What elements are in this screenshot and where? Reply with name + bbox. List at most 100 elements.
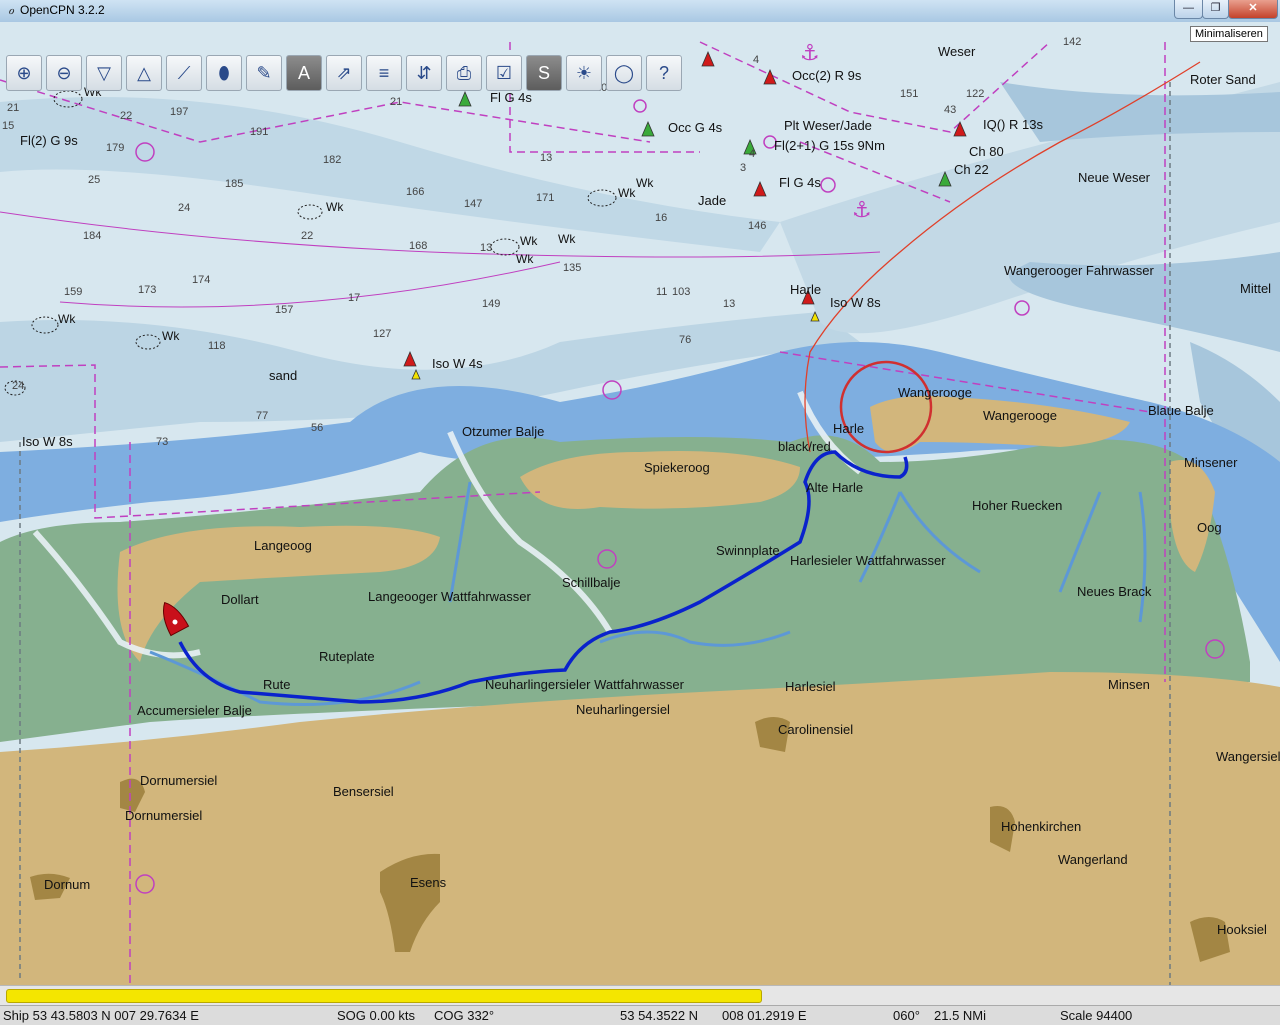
close-button[interactable]: ✕ <box>1228 0 1278 19</box>
chart-label: sand <box>269 368 298 383</box>
light-label: Fl G 4s <box>779 175 821 190</box>
chart-label: Schillbalje <box>562 575 621 590</box>
light-label: Iso W 8s <box>22 434 73 449</box>
chart-label: Neues Brack <box>1077 584 1152 599</box>
chart-label: Jade <box>698 193 727 208</box>
chart-label: Wangersiel <box>1216 749 1280 764</box>
light-label: Fl(2+1) G 15s 9Nm <box>774 138 885 153</box>
chart-label: Wangerooge <box>898 385 972 400</box>
scale-in-button[interactable]: ▽ <box>86 55 122 91</box>
depth-sounding: 135 <box>563 262 582 274</box>
tide-icon: ≡ <box>378 62 390 83</box>
course-over-ground: COG 332° <box>434 1008 495 1023</box>
depth-sounding: 171 <box>536 192 555 204</box>
help-icon: ? <box>658 62 669 83</box>
depth-sounding: 127 <box>373 328 392 340</box>
wreck-label: Wk <box>558 232 576 246</box>
color-scheme-button[interactable]: ☀ <box>566 55 602 91</box>
wreck-label: Wk <box>162 329 180 343</box>
chart-label: Alte Harle <box>806 480 864 495</box>
depth-sounding: 22 <box>120 110 133 122</box>
route-manager-button[interactable]: ☑ <box>486 55 522 91</box>
chart-label: Dollart <box>221 592 259 607</box>
help-button[interactable]: ? <box>646 55 682 91</box>
scale-out-icon: △ <box>137 62 151 83</box>
current-button[interactable]: ⇵ <box>406 55 442 91</box>
chart-label: Wangerooger Fahrwasser <box>1004 263 1154 278</box>
zoom-in-icon: ⊕ <box>16 62 32 83</box>
chart-label: black/red <box>778 439 831 454</box>
scale-out-button[interactable]: △ <box>126 55 162 91</box>
depth-sounding: 147 <box>464 198 483 210</box>
text-toggle-icon: A <box>297 62 310 83</box>
current-toggle-button[interactable]: ⇗ <box>326 55 362 91</box>
cursor-distance: 21.5 NMi <box>934 1008 987 1023</box>
chart-label: Swinnplate <box>716 543 780 558</box>
chart-label: Neuharlingersieler Wattfahrwasser <box>485 677 684 692</box>
zoom-in-button[interactable]: ⊕ <box>6 55 42 91</box>
chart-label: Dornumersiel <box>125 808 203 823</box>
chart-label: Neue Weser <box>1078 170 1151 185</box>
depth-sounding: 142 <box>1063 36 1082 48</box>
depth-sounding: 151 <box>900 88 919 100</box>
depth-sounding: 182 <box>323 154 342 166</box>
mob-button[interactable]: ◯ <box>606 55 642 91</box>
track-icon: S <box>537 62 550 83</box>
track-button[interactable]: S <box>526 55 562 91</box>
depth-sounding: 179 <box>106 142 125 154</box>
text-toggle-button[interactable]: A <box>286 55 322 91</box>
progress-fill <box>6 989 762 1003</box>
print-icon: ⎙ <box>456 62 472 83</box>
settings-icon: ✎ <box>256 62 272 83</box>
chart-label: Langeoog <box>254 538 312 553</box>
ship-follow-button[interactable]: ⬮ <box>206 55 242 91</box>
svg-text:⚓: ⚓ <box>800 41 820 66</box>
depth-sounding: 13 <box>540 152 553 164</box>
status-bar: Ship 53 43.5803 N 007 29.7634 E SOG 0.00… <box>0 1005 1280 1025</box>
depth-sounding: 184 <box>83 230 102 242</box>
depth-sounding: 25 <box>88 174 101 186</box>
speed-over-ground: SOG 0.00 kts <box>337 1008 416 1023</box>
main-toolbar: ⊕ ⊖ ▽ △ ⟋ ⬮ ✎ A ⇗ ≡ ⇵ ⎙ ☑ S ☀ ◯? <box>4 52 684 98</box>
chart-label: Ch 80 <box>969 144 1004 159</box>
ship-follow-icon: ⬮ <box>218 62 230 83</box>
nautical-chart-graphic: ⚓ ⚓ <box>0 22 1280 985</box>
chart-label: Otzumer Balje <box>462 424 545 439</box>
depth-sounding: 73 <box>156 436 169 448</box>
current-toggle-icon: ⇗ <box>336 62 352 83</box>
wreck-label: Wk <box>326 200 344 214</box>
depth-sounding: 157 <box>275 304 294 316</box>
chart-label: Dornum <box>44 877 91 892</box>
chart-label: Plt Weser/Jade <box>784 118 872 133</box>
depth-sounding: 4 <box>749 148 756 160</box>
chart-label: Harle <box>790 282 822 297</box>
mob-icon: ◯ <box>613 62 635 83</box>
depth-sounding: 173 <box>138 284 157 296</box>
chart-label: Hooksiel <box>1217 922 1267 937</box>
maximize-button[interactable]: ❐ <box>1202 0 1229 19</box>
chart-label: Carolinensiel <box>778 722 854 737</box>
depth-sounding: 13 <box>723 298 736 310</box>
light-label: Iso W 8s <box>830 295 881 310</box>
chart-label: Bensersiel <box>333 784 394 799</box>
settings-button[interactable]: ✎ <box>246 55 282 91</box>
depth-sounding: 11 <box>656 286 668 298</box>
wreck-label: Wk <box>516 252 534 266</box>
depth-sounding: 4 <box>753 54 760 66</box>
minimize-button[interactable]: — <box>1174 0 1203 19</box>
chart-label: Esens <box>410 875 447 890</box>
chart-label: Dornumersiel <box>140 773 218 788</box>
opencpn-app-icon: ℴ <box>7 3 14 18</box>
chart-label: Wangerooge <box>983 408 1057 423</box>
tide-button[interactable]: ≡ <box>366 55 402 91</box>
chart-label: Spiekeroog <box>644 460 710 475</box>
print-button[interactable]: ⎙ <box>446 55 482 91</box>
scale-in-icon: ▽ <box>97 62 111 83</box>
title-bar: ℴ OpenCPN 3.2.2 — ❐ ✕ <box>0 0 1280 23</box>
route-button[interactable]: ⟋ <box>166 55 202 91</box>
chart-canvas[interactable]: ⚓ ⚓ ⊕ ⊖ ▽ △ ⟋ ⬮ ✎ A ⇗ ≡ ⇵ ⎙ ☑ S ☀ ◯? Weser Roter Sand O… <box>0 22 1280 985</box>
light-label: Iso W 4s <box>432 356 483 371</box>
cursor-longitude: 008 01.2919 E <box>722 1008 807 1023</box>
ship-position: Ship 53 43.5803 N 007 29.7634 E <box>3 1008 199 1023</box>
zoom-out-button[interactable]: ⊖ <box>46 55 82 91</box>
